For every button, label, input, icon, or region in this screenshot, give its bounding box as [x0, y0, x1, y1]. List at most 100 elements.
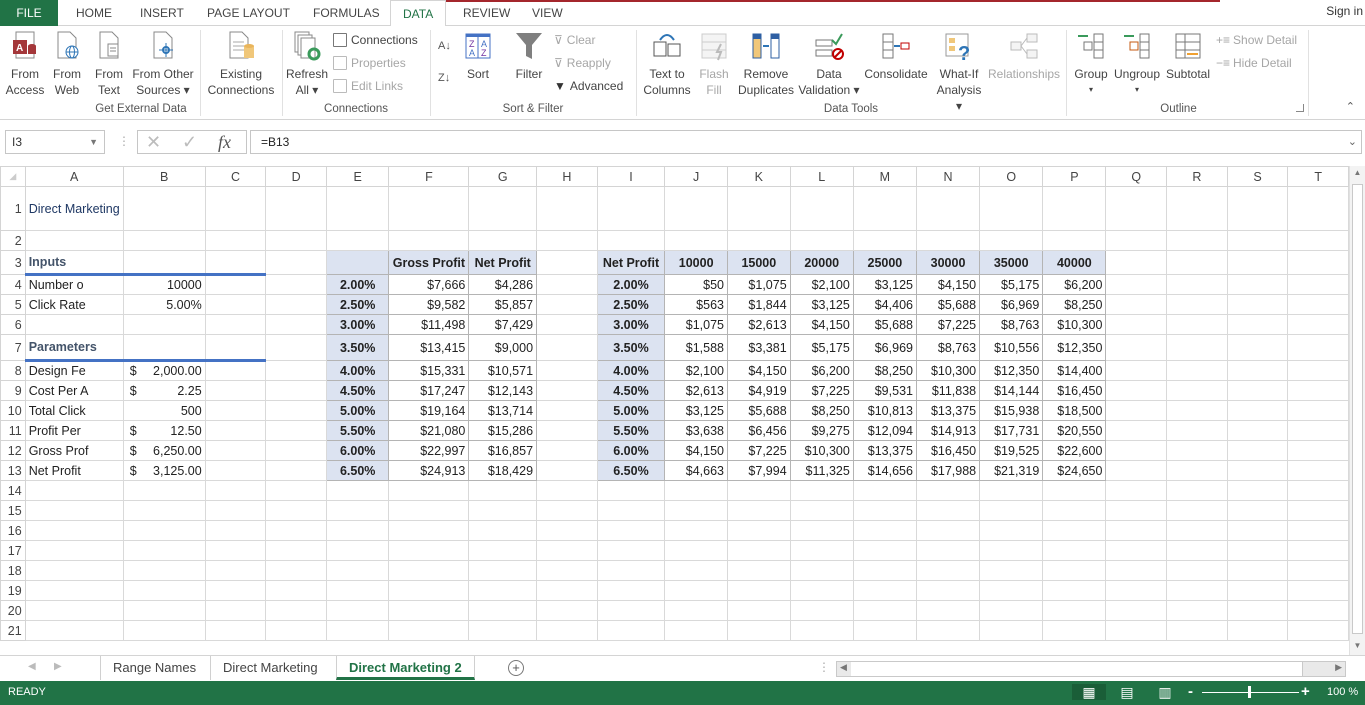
cell[interactable]	[122, 186, 206, 231]
cell[interactable]	[1105, 400, 1168, 421]
cell[interactable]	[1105, 620, 1168, 641]
cell[interactable]	[204, 560, 267, 581]
cell[interactable]	[265, 380, 327, 401]
cell[interactable]	[265, 600, 327, 621]
cell[interactable]	[1166, 274, 1228, 295]
cell[interactable]	[915, 230, 981, 251]
row-header[interactable]: 4	[0, 274, 26, 295]
two-way-value[interactable]: $20,550	[1042, 420, 1107, 441]
cell[interactable]	[915, 620, 981, 641]
two-way-value[interactable]: $10,556	[979, 334, 1044, 361]
cell[interactable]	[1287, 480, 1349, 501]
cell[interactable]	[468, 560, 538, 581]
two-way-value[interactable]: $2,613	[664, 380, 728, 401]
one-way-rate[interactable]: 3.00%	[325, 314, 390, 335]
two-way-header[interactable]: 30000	[915, 250, 981, 275]
cell[interactable]	[789, 500, 854, 521]
cell[interactable]	[265, 230, 327, 251]
two-way-value[interactable]: $7,994	[726, 460, 791, 481]
input-label[interactable]: Number o	[24, 274, 124, 295]
two-way-value[interactable]: $4,150	[664, 440, 728, 461]
cell[interactable]	[726, 600, 791, 621]
two-way-value[interactable]: $2,613	[726, 314, 791, 335]
what-if-analysis-button[interactable]: ? What-If Analysis ▾	[932, 26, 986, 114]
cell[interactable]	[24, 314, 124, 335]
cell[interactable]	[852, 230, 917, 251]
cell[interactable]	[1105, 560, 1168, 581]
two-way-value[interactable]: $14,144	[979, 380, 1044, 401]
existing-connections-button[interactable]: Existing Connections	[205, 26, 277, 98]
cell[interactable]	[204, 580, 267, 601]
cell[interactable]	[1105, 380, 1168, 401]
one-way-header[interactable]	[325, 250, 390, 275]
two-way-value[interactable]: $12,350	[979, 360, 1044, 381]
cell[interactable]	[265, 250, 327, 275]
cell[interactable]	[1105, 420, 1168, 441]
one-way-rate[interactable]: 6.00%	[325, 440, 390, 461]
cell[interactable]	[1226, 540, 1289, 561]
from-other-sources-button[interactable]: From Other Sources ▾	[130, 26, 196, 98]
one-way-value[interactable]: $13,714	[468, 400, 538, 421]
two-way-value[interactable]: $50	[664, 274, 728, 295]
column-header[interactable]: L	[789, 166, 854, 187]
two-way-rate[interactable]: 6.50%	[596, 460, 666, 481]
two-way-value[interactable]: $9,531	[852, 380, 917, 401]
tab-insert[interactable]: INSERT	[128, 0, 196, 26]
two-way-value[interactable]: $18,500	[1042, 400, 1107, 421]
cell[interactable]	[726, 520, 791, 541]
two-way-value[interactable]: $14,656	[852, 460, 917, 481]
cell[interactable]	[1226, 360, 1289, 381]
cell[interactable]	[1226, 440, 1289, 461]
cell[interactable]	[536, 186, 598, 231]
cell[interactable]	[265, 460, 327, 481]
normal-view-icon[interactable]: ▦	[1072, 684, 1106, 700]
row-header[interactable]: 18	[0, 560, 26, 581]
parameter-label[interactable]: Design Fe	[24, 360, 124, 381]
cell[interactable]	[468, 230, 538, 251]
row-header[interactable]: 3	[0, 250, 26, 275]
cell[interactable]	[596, 600, 666, 621]
cell[interactable]	[325, 560, 390, 581]
cell[interactable]	[1042, 620, 1107, 641]
cell[interactable]	[24, 230, 124, 251]
cell[interactable]	[915, 600, 981, 621]
cell[interactable]	[1105, 274, 1168, 295]
one-way-value[interactable]: $16,857	[468, 440, 538, 461]
cell[interactable]	[204, 440, 267, 461]
cell[interactable]	[664, 520, 728, 541]
two-way-value[interactable]: $8,250	[1042, 294, 1107, 315]
cell[interactable]	[204, 500, 267, 521]
cell[interactable]	[1166, 420, 1228, 441]
cell[interactable]	[1226, 334, 1289, 361]
zoom-out-icon[interactable]: -	[1188, 683, 1193, 700]
column-header[interactable]: R	[1166, 166, 1228, 187]
cell[interactable]	[664, 500, 728, 521]
cell[interactable]	[852, 480, 917, 501]
two-way-value[interactable]: $10,300	[915, 360, 981, 381]
cell[interactable]	[1287, 560, 1349, 581]
cell[interactable]	[1166, 460, 1228, 481]
parameter-label[interactable]: Net Profit	[24, 460, 124, 481]
cell[interactable]	[24, 580, 124, 601]
cell[interactable]	[1287, 620, 1349, 641]
cell[interactable]	[536, 520, 598, 541]
two-way-value[interactable]: $16,450	[1042, 380, 1107, 401]
cell[interactable]	[536, 540, 598, 561]
two-way-value[interactable]: $5,175	[979, 274, 1044, 295]
select-all-corner[interactable]: ◢	[0, 166, 26, 187]
cell[interactable]	[726, 580, 791, 601]
two-way-value[interactable]: $3,125	[664, 400, 728, 421]
cell[interactable]	[536, 460, 598, 481]
cell[interactable]	[536, 400, 598, 421]
cell[interactable]	[1166, 186, 1228, 231]
cell[interactable]	[915, 580, 981, 601]
cell[interactable]	[915, 540, 981, 561]
one-way-value[interactable]: $11,498	[388, 314, 470, 335]
cell[interactable]	[204, 480, 267, 501]
cell[interactable]	[1166, 400, 1228, 421]
two-way-value[interactable]: $6,969	[852, 334, 917, 361]
cell[interactable]	[979, 620, 1044, 641]
cell[interactable]	[664, 480, 728, 501]
one-way-rate[interactable]: 6.50%	[325, 460, 390, 481]
relationships-button[interactable]: Relationships	[988, 26, 1060, 82]
